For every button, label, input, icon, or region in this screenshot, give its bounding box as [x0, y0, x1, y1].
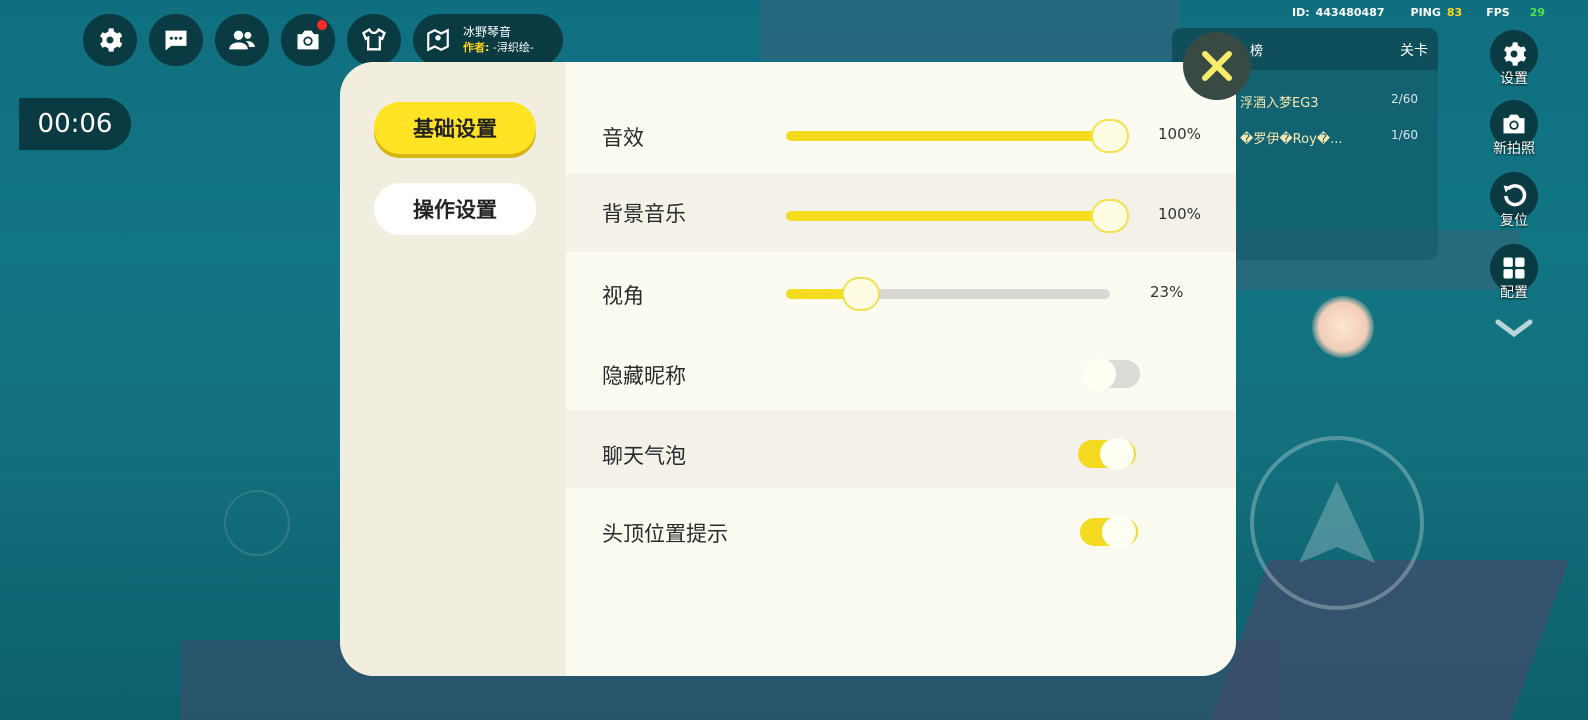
tab-basic-settings[interactable]: 基础设置: [374, 102, 536, 154]
chat-button[interactable]: [149, 14, 203, 66]
map-author: 作者: -浔织绘-: [463, 40, 534, 56]
settings-tab-panel: 基础设置 操作设置: [340, 62, 566, 676]
leaderboard-header-right: 关卡: [1400, 43, 1428, 59]
slider-knob[interactable]: [1091, 199, 1129, 233]
setting-row-sound: 音效 100%: [566, 98, 1236, 176]
leaderboard-header-left: 榜: [1250, 44, 1264, 59]
gear-icon: [100, 28, 123, 52]
slider-fill: [786, 131, 1110, 141]
settings-button[interactable]: [83, 14, 137, 66]
gear-icon: [1504, 42, 1527, 66]
users-icon: [229, 30, 255, 50]
reset-icon: [1503, 184, 1527, 207]
map-icon: [427, 28, 449, 52]
side-reset-label: 复位: [1500, 213, 1528, 229]
notification-dot: [317, 20, 327, 30]
author-label: 作者:: [463, 41, 490, 54]
music-value: 100%: [1158, 205, 1201, 223]
setting-row-music: 背景音乐 100%: [566, 174, 1236, 252]
music-slider[interactable]: [786, 199, 1129, 233]
side-settings-button[interactable]: 设置: [1488, 30, 1540, 88]
slider-fill: [786, 211, 1110, 221]
chat-icon: [165, 30, 187, 51]
game-timer: 00:06: [19, 98, 131, 150]
sound-label: 音效: [602, 126, 644, 150]
toggle-knob: [1100, 438, 1134, 470]
view-angle-value: 23%: [1150, 283, 1184, 301]
side-photo-button[interactable]: 新拍照: [1488, 100, 1540, 158]
friends-button[interactable]: [215, 14, 269, 66]
close-button[interactable]: [1183, 32, 1251, 100]
status-bar: ID: 443480487 PING 83 FPS 29: [1292, 6, 1545, 19]
tab-control-settings[interactable]: 操作设置: [374, 183, 536, 235]
id-value: 443480487: [1315, 6, 1385, 19]
grid-icon: [1503, 257, 1525, 279]
arrow-up-icon: [1299, 481, 1375, 563]
player-score: 2/60: [1391, 92, 1418, 106]
head-marker-toggle[interactable]: [1080, 516, 1138, 548]
side-reset-button[interactable]: 复位: [1488, 172, 1540, 230]
ping-label: PING: [1410, 6, 1441, 19]
camera-icon: [297, 30, 319, 50]
close-icon: [1202, 51, 1232, 81]
head-marker-label: 头顶位置提示: [602, 522, 728, 546]
slider-knob[interactable]: [1091, 119, 1129, 153]
sound-value: 100%: [1158, 125, 1201, 143]
chat-bubble-toggle[interactable]: [1078, 438, 1136, 470]
photo-button[interactable]: [281, 14, 335, 66]
setting-row-view-angle: 视角 23%: [566, 256, 1236, 334]
chat-bubble-label: 聊天气泡: [602, 444, 686, 468]
fps-label: FPS: [1486, 6, 1510, 19]
toggle-knob: [1102, 516, 1136, 548]
author-name: -浔织绘-: [492, 41, 534, 54]
chevron-down-icon: [1495, 319, 1533, 338]
sun: [1312, 296, 1374, 358]
scene-block: [760, 0, 1180, 60]
map-title: 冰野琴音: [463, 25, 512, 39]
map-info[interactable]: 冰野琴音 作者: -浔织绘-: [413, 14, 563, 66]
leaderboard-row: 浮酒入梦EG3 2/60: [1240, 92, 1430, 111]
jump-joystick[interactable]: [1250, 436, 1424, 610]
ping-value: 83: [1446, 6, 1463, 19]
player-name: 浮酒入梦EG3: [1240, 96, 1319, 111]
wardrobe-button[interactable]: [347, 14, 401, 66]
side-config-button[interactable]: 配置: [1488, 244, 1540, 302]
hide-nickname-toggle[interactable]: [1082, 358, 1140, 390]
move-joystick[interactable]: [224, 490, 290, 556]
player-name: �罗伊�Roy�...: [1240, 132, 1343, 147]
setting-row-hide-nickname: 隐藏昵称: [566, 336, 1236, 414]
sound-slider[interactable]: [786, 119, 1129, 153]
expand-button[interactable]: [1494, 318, 1534, 342]
side-config-label: 配置: [1500, 285, 1528, 301]
side-settings-label: 设置: [1500, 71, 1528, 87]
toggle-knob: [1082, 358, 1116, 390]
view-angle-label: 视角: [602, 284, 644, 308]
slider-knob[interactable]: [841, 277, 880, 311]
shirt-icon: [362, 27, 386, 51]
view-angle-slider[interactable]: [786, 277, 1110, 311]
hide-nickname-label: 隐藏昵称: [602, 364, 686, 388]
settings-dialog: 基础设置 操作设置 音效 100% 背景音乐 100% 视角 23% 隐藏昵称 …: [340, 62, 1236, 676]
setting-row-chat-bubble: 聊天气泡: [566, 410, 1236, 488]
id-label: ID:: [1292, 6, 1310, 19]
music-label: 背景音乐: [602, 202, 686, 226]
side-photo-label: 新拍照: [1493, 141, 1535, 157]
leaderboard-row: �罗伊�Roy�... 1/60: [1240, 128, 1430, 147]
camera-icon: [1503, 114, 1525, 134]
player-score: 1/60: [1391, 128, 1418, 142]
fps-value: 29: [1529, 6, 1546, 19]
setting-row-head-marker: 头顶位置提示: [566, 494, 1236, 572]
